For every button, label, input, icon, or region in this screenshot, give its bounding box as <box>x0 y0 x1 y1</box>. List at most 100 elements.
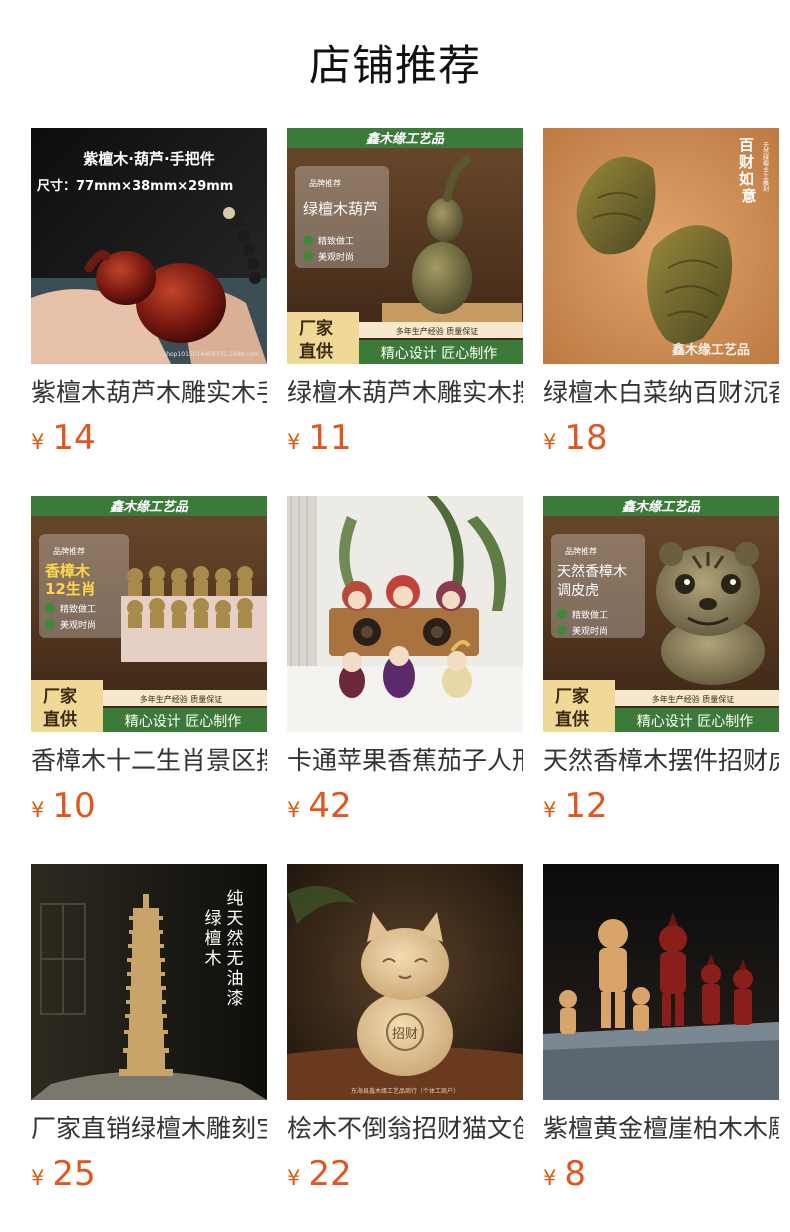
image-strip-bottom: 精心设计 匠心制作 <box>125 714 241 730</box>
currency-symbol: ¥ <box>543 1166 557 1190</box>
image-text-line: 尺寸：77mm×38mm×29mm <box>37 178 233 194</box>
product-title[interactable]: 紫檀黄金檀崖柏木木雕 <box>543 1112 779 1148</box>
currency-symbol: ¥ <box>543 798 557 822</box>
image-headline: 12生肖 <box>45 580 96 598</box>
fruit-figures-photo-icon <box>287 496 523 732</box>
product-card[interactable]: 纯天然无油漆 绿檀木 厂家直销绿檀木雕刻宝塔 ¥25 <box>31 864 267 1204</box>
price-value: 11 <box>308 418 352 458</box>
image-tag: 精致做工 <box>318 235 354 247</box>
image-tag: 美观时尚 <box>572 625 608 637</box>
image-watermark: 鑫木缘工艺品 <box>671 342 750 358</box>
currency-symbol: ¥ <box>543 430 557 454</box>
product-image[interactable]: 纯天然无油漆 绿檀木 <box>31 864 267 1100</box>
image-strip-top: 多年生产经验 质量保证 <box>140 694 223 704</box>
product-price: ¥11 <box>287 418 352 458</box>
product-price: ¥18 <box>543 418 608 458</box>
brand-badge: 品牌推荐 <box>309 178 341 188</box>
image-tag: 美观时尚 <box>318 251 354 263</box>
brand-banner: 鑫木缘工艺品 <box>110 499 189 515</box>
currency-symbol: ¥ <box>31 1166 45 1190</box>
image-caption: 东海县鑫木缘工艺品商行（个体工商户） <box>351 1087 459 1095</box>
vertical-char: 百 <box>739 136 754 154</box>
vertical-char: 如 <box>739 170 754 188</box>
section-title: 店铺推荐 <box>308 41 481 90</box>
image-tag: 美观时尚 <box>60 619 96 631</box>
product-price: ¥8 <box>543 1154 586 1194</box>
corner-label: 厂家 <box>299 318 333 339</box>
product-card[interactable]: 卡通苹果香蕉茄子人形摆件 ¥42 <box>287 496 523 836</box>
corner-label: 直供 <box>299 341 333 362</box>
image-strip-top: 多年生产经验 质量保证 <box>396 326 479 336</box>
vertical-char: 意 <box>741 187 756 205</box>
product-image[interactable]: 鑫木缘工艺品 品牌推荐 绿檀木葫芦 精致做工 美观时尚 厂家 直供 多年生产经验… <box>287 128 523 364</box>
product-image[interactable] <box>543 864 779 1100</box>
product-image[interactable]: 百 财 如 意 天然绿檀·手工雕刻 鑫木缘工艺品 <box>543 128 779 364</box>
image-watermark: shop1015014458331.1688.com <box>163 351 259 358</box>
product-card[interactable]: 百 财 如 意 天然绿檀·手工雕刻 鑫木缘工艺品 绿檀木白菜纳百财沉香木 ¥18 <box>543 128 779 468</box>
ultraman-figures-photo-icon <box>543 864 779 1100</box>
corner-label: 直供 <box>43 709 77 730</box>
brand-badge: 品牌推荐 <box>565 546 597 556</box>
price-value: 22 <box>308 1154 352 1194</box>
brand-badge: 品牌推荐 <box>53 546 85 556</box>
product-title[interactable]: 绿檀木葫芦木雕实木摆件 <box>287 376 523 412</box>
tiger-photo-icon: 鑫木缘工艺品 品牌推荐 天然香樟木 调皮虎 精致做工 美观时尚 厂家 直供 多年… <box>543 496 779 732</box>
image-headline: 香樟木 <box>45 562 91 580</box>
image-strip-bottom: 精心设计 匠心制作 <box>381 346 497 362</box>
price-value: 18 <box>564 418 608 458</box>
product-title[interactable]: 香樟木十二生肖景区摆件 <box>31 744 267 780</box>
image-headline: 绿檀木葫芦 <box>303 200 378 218</box>
image-tag: 精致做工 <box>572 609 608 621</box>
vertical-char: 财 <box>739 153 754 171</box>
corner-label: 厂家 <box>555 686 589 707</box>
product-title[interactable]: 天然香樟木摆件招财虎 <box>543 744 779 780</box>
product-image[interactable]: 紫檀木·葫芦·手把件 尺寸：77mm×38mm×29mm shop1015014… <box>31 128 267 364</box>
product-card[interactable]: 紫檀黄金檀崖柏木木雕 ¥8 <box>543 864 779 1204</box>
product-image[interactable]: 招财 东海县鑫木缘工艺品商行（个体工商户） <box>287 864 523 1100</box>
image-headline: 调皮虎 <box>557 583 599 599</box>
brand-banner: 鑫木缘工艺品 <box>622 499 701 515</box>
product-card[interactable]: 鑫木缘工艺品 品牌推荐 天然香樟木 调皮虎 精致做工 美观时尚 厂家 直供 多年… <box>543 496 779 836</box>
product-price: ¥10 <box>31 786 96 826</box>
image-strip-bottom: 精心设计 匠心制作 <box>637 714 753 730</box>
product-card[interactable]: 招财 东海县鑫木缘工艺品商行（个体工商户） 桧木不倒翁招财猫文创 ¥22 <box>287 864 523 1204</box>
zodiac-photo-icon: 鑫木缘工艺品 品牌推荐 香樟木 12生肖 精致做工 美观时尚 厂家 直供 多年生… <box>31 496 267 732</box>
product-title[interactable]: 紫檀木葫芦木雕实木手把件 <box>31 376 267 412</box>
image-headline: 天然香樟木 <box>557 563 627 580</box>
price-value: 10 <box>52 786 96 826</box>
product-title[interactable]: 卡通苹果香蕉茄子人形摆件 <box>287 744 523 780</box>
product-title[interactable]: 厂家直销绿檀木雕刻宝塔 <box>31 1112 267 1148</box>
image-tag: 精致做工 <box>60 603 96 615</box>
currency-symbol: ¥ <box>287 430 301 454</box>
product-price: ¥42 <box>287 786 352 826</box>
product-card[interactable]: 鑫木缘工艺品 品牌推荐 香樟木 12生肖 精致做工 美观时尚 厂家 直供 多年生… <box>31 496 267 836</box>
brand-banner: 鑫木缘工艺品 <box>366 131 445 147</box>
cabbage-photo-icon: 百 财 如 意 天然绿檀·手工雕刻 鑫木缘工艺品 <box>543 128 779 364</box>
currency-symbol: ¥ <box>31 798 45 822</box>
product-price: ¥25 <box>31 1154 96 1194</box>
product-image[interactable] <box>287 496 523 732</box>
vertical-text: 绿檀木 <box>205 909 222 969</box>
currency-symbol: ¥ <box>31 430 45 454</box>
price-value: 14 <box>52 418 96 458</box>
corner-label: 厂家 <box>43 686 77 707</box>
corner-label: 直供 <box>555 709 589 730</box>
price-value: 12 <box>564 786 608 826</box>
price-value: 8 <box>564 1154 587 1194</box>
product-title[interactable]: 绿檀木白菜纳百财沉香木 <box>543 376 779 412</box>
product-card[interactable]: 鑫木缘工艺品 品牌推荐 绿檀木葫芦 精致做工 美观时尚 厂家 直供 多年生产经验… <box>287 128 523 468</box>
currency-symbol: ¥ <box>287 1166 301 1190</box>
product-card[interactable]: 紫檀木·葫芦·手把件 尺寸：77mm×38mm×29mm shop1015014… <box>31 128 267 468</box>
price-value: 42 <box>308 786 352 826</box>
product-image[interactable]: 鑫木缘工艺品 品牌推荐 天然香樟木 调皮虎 精致做工 美观时尚 厂家 直供 多年… <box>543 496 779 732</box>
product-price: ¥12 <box>543 786 608 826</box>
product-title[interactable]: 桧木不倒翁招财猫文创 <box>287 1112 523 1148</box>
product-image[interactable]: 鑫木缘工艺品 品牌推荐 香樟木 12生肖 精致做工 美观时尚 厂家 直供 多年生… <box>31 496 267 732</box>
vertical-text: 纯天然无油漆 <box>227 889 244 1009</box>
product-price: ¥22 <box>287 1154 352 1194</box>
gourd-photo-icon: 鑫木缘工艺品 品牌推荐 绿檀木葫芦 精致做工 美观时尚 厂家 直供 多年生产经验… <box>287 128 523 364</box>
image-strip-top: 多年生产经验 质量保证 <box>652 694 735 704</box>
price-value: 25 <box>52 1154 96 1194</box>
product-price: ¥14 <box>31 418 96 458</box>
pagoda-photo-icon: 纯天然无油漆 绿檀木 <box>31 864 267 1100</box>
